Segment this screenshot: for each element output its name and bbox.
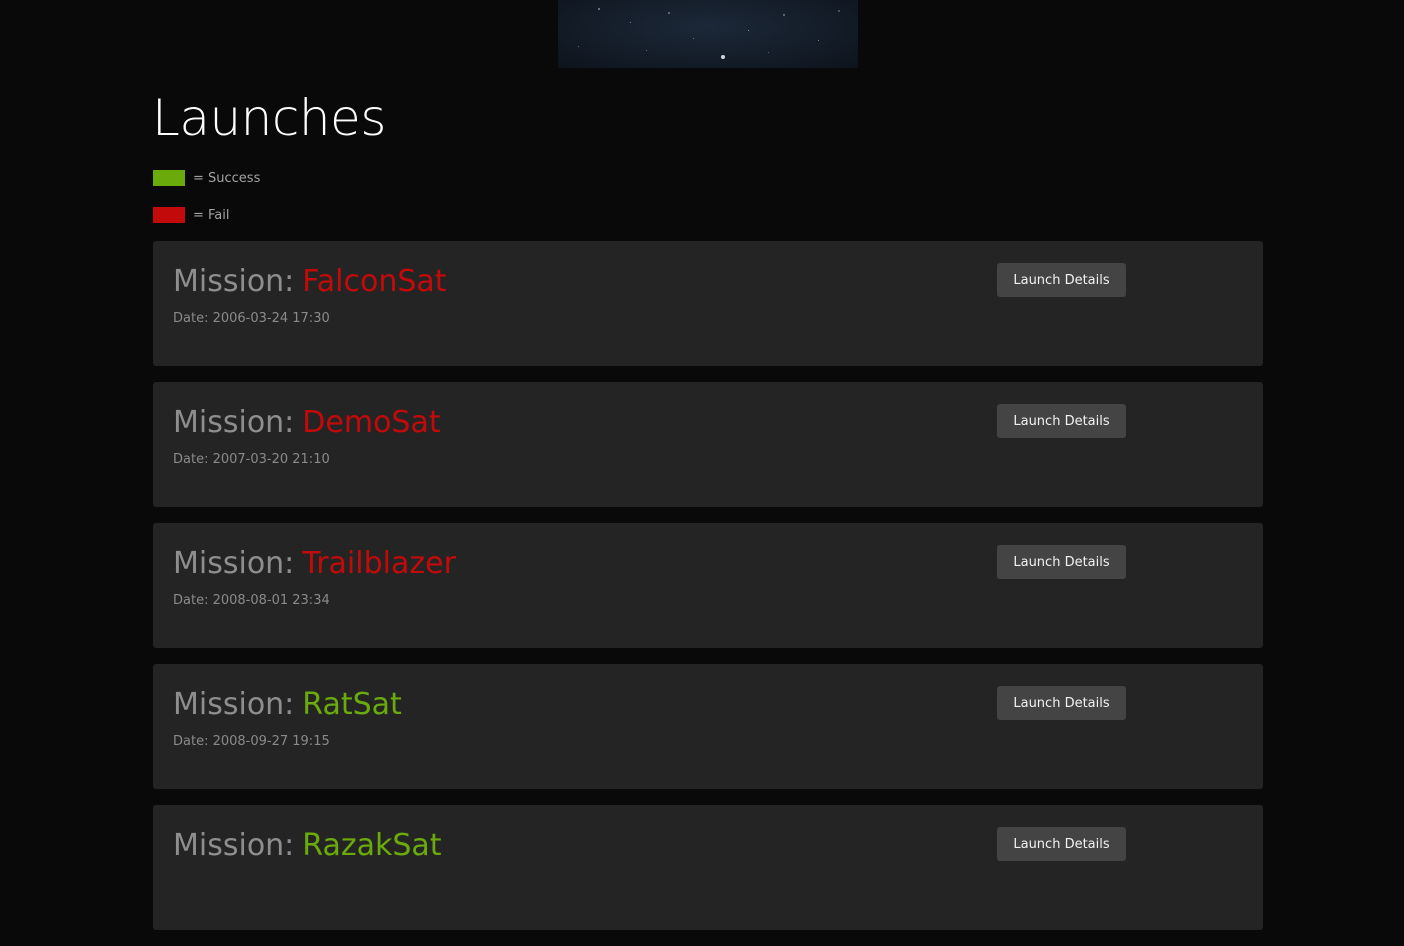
hero-starfield-image <box>558 0 858 68</box>
legend-swatch-fail <box>153 207 185 223</box>
launch-card: Mission: Trailblazer Date: 2008-08-01 23:… <box>153 523 1263 648</box>
mission-date: Date: 2006-03-24 17:30 <box>173 311 330 326</box>
mission-prefix: Mission: <box>173 687 295 722</box>
mission-name: FalconSat <box>302 264 447 299</box>
mission-prefix: Mission: <box>173 546 295 581</box>
legend-success: = Success <box>153 170 260 186</box>
launch-card: Mission: FalconSat Date: 2006-03-24 17:30… <box>153 241 1263 366</box>
mission-heading: Mission: RazakSat <box>173 827 442 865</box>
mission-date: Date: 2008-08-01 23:34 <box>173 593 330 608</box>
mission-name: DemoSat <box>302 405 441 440</box>
mission-heading: Mission: RatSat <box>173 686 402 724</box>
launch-details-button[interactable]: Launch Details <box>997 404 1126 438</box>
launch-details-button[interactable]: Launch Details <box>997 545 1126 579</box>
mission-date: Date: 2007-03-20 21:10 <box>173 452 330 467</box>
mission-prefix: Mission: <box>173 828 295 863</box>
launch-details-button[interactable]: Launch Details <box>997 827 1126 861</box>
launch-card: Mission: RazakSat Launch Details <box>153 805 1263 930</box>
mission-name: RazakSat <box>302 828 442 863</box>
launch-card: Mission: DemoSat Date: 2007-03-20 21:10 L… <box>153 382 1263 507</box>
mission-heading: Mission: FalconSat <box>173 263 447 301</box>
legend-label-fail: = Fail <box>193 207 230 223</box>
mission-date: Date: 2008-09-27 19:15 <box>173 734 330 749</box>
launch-card: Mission: RatSat Date: 2008-09-27 19:15 La… <box>153 664 1263 789</box>
legend-fail: = Fail <box>153 207 230 223</box>
mission-prefix: Mission: <box>173 264 295 299</box>
legend-label-success: = Success <box>193 170 261 186</box>
page-title: Launches <box>152 89 386 147</box>
mission-heading: Mission: Trailblazer <box>173 545 456 583</box>
launch-list: Mission: FalconSat Date: 2006-03-24 17:30… <box>153 241 1263 946</box>
launch-details-button[interactable]: Launch Details <box>997 686 1126 720</box>
mission-name: Trailblazer <box>302 546 456 581</box>
launch-details-button[interactable]: Launch Details <box>997 263 1126 297</box>
legend-swatch-success <box>153 170 185 186</box>
mission-heading: Mission: DemoSat <box>173 404 441 442</box>
mission-prefix: Mission: <box>173 405 295 440</box>
mission-name: RatSat <box>302 687 402 722</box>
